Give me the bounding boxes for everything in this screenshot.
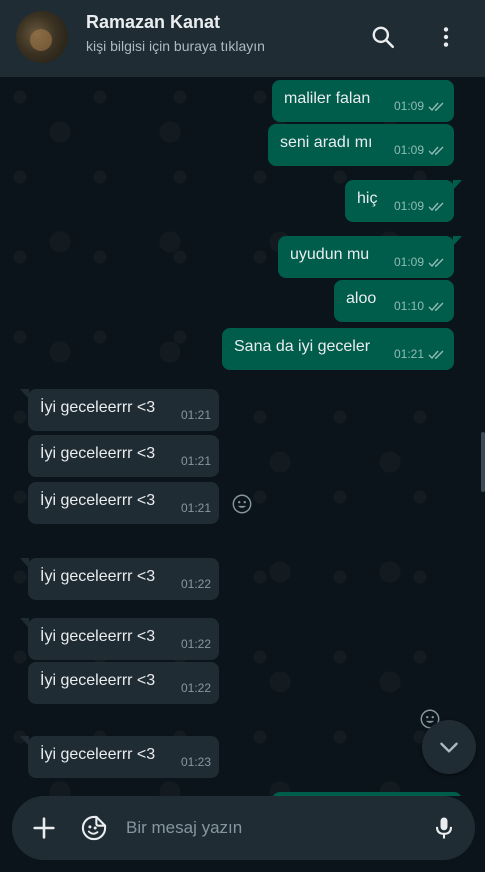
read-ticks-icon (428, 257, 446, 268)
message-meta: 01:09 (394, 140, 446, 160)
message-time: 01:09 (393, 143, 424, 157)
message-time: 01:22 (180, 577, 211, 591)
message-bubble-outgoing[interactable]: maliler falan 01:09 (272, 80, 454, 122)
read-ticks-icon (428, 349, 446, 360)
read-ticks-icon (428, 301, 446, 312)
message-text: İyi geceleerrr <3 (40, 445, 156, 462)
message-time: 01:09 (393, 99, 424, 113)
message-bubble-outgoing[interactable]: hiç 01:09 (345, 180, 462, 222)
message-meta: 01:21 (181, 405, 211, 425)
sticker-icon[interactable] (80, 814, 108, 842)
message-bubble-outgoing[interactable]: seni aradı mı 01:09 (268, 124, 454, 166)
message-bubble-incoming[interactable]: İyi geceleerrr <3 01:22 (28, 662, 219, 704)
search-icon[interactable] (370, 24, 396, 50)
message-input[interactable] (126, 808, 426, 848)
message-meta: 01:22 (181, 634, 211, 654)
message-meta: 01:22 (181, 574, 211, 594)
chat-header[interactable]: Ramazan Kanat kişi bilgisi için buraya t… (0, 0, 485, 77)
message-bubble-incoming[interactable]: İyi geceleerrr <3 01:21 (20, 389, 219, 431)
message-meta: 01:21 (181, 451, 211, 471)
message-text: seni aradı mı (280, 134, 373, 151)
message-meta: 01:22 (181, 678, 211, 698)
plus-icon[interactable] (30, 814, 58, 842)
message-text: maliler falan (284, 90, 371, 107)
message-text: aloo (346, 290, 377, 307)
message-time: 01:09 (393, 255, 424, 269)
composer-bar (0, 796, 485, 872)
chevron-down-icon (440, 742, 458, 753)
message-meta: 01:10 (394, 296, 446, 316)
read-ticks-icon (428, 201, 446, 212)
read-ticks-icon (428, 101, 446, 112)
message-text: İyi geceleerrr <3 (40, 568, 156, 585)
message-bubble-incoming[interactable]: İyi geceleerrr <3 01:22 (20, 558, 219, 600)
message-time: 01:22 (180, 681, 211, 695)
message-bubble-outgoing[interactable]: uyudun mu 01:09 (278, 236, 462, 278)
message-meta: 01:23 (181, 752, 211, 772)
message-text: Sana da iyi geceler (234, 338, 371, 355)
message-time: 01:21 (180, 501, 211, 515)
message-time: 01:21 (180, 454, 211, 468)
read-ticks-icon (428, 145, 446, 156)
scrollbar[interactable] (481, 432, 485, 492)
message-text: İyi geceleerrr <3 (40, 492, 156, 509)
message-composer[interactable] (12, 796, 475, 860)
message-time: 01:10 (393, 299, 424, 313)
message-text: uyudun mu (290, 246, 370, 263)
message-bubble-incoming[interactable]: İyi geceleerrr <3 01:21 (28, 482, 219, 524)
message-bubble-outgoing[interactable]: Sana da iyi geceler 01:21 (222, 328, 454, 370)
contact-info-hint[interactable]: kişi bilgisi için buraya tıklayın (86, 38, 265, 54)
message-time: 01:22 (180, 637, 211, 651)
message-meta: 01:21 (394, 344, 446, 364)
message-text: hiç (357, 190, 378, 207)
message-bubble-incoming[interactable]: İyi geceleerrr <3 01:23 (20, 736, 219, 778)
scroll-to-bottom-button[interactable] (422, 720, 476, 774)
message-text: İyi geceleerrr <3 (40, 672, 156, 689)
emoji-icon[interactable] (231, 493, 253, 515)
message-meta: 01:09 (394, 252, 446, 272)
chat-area[interactable]: maliler falan 01:09 seni aradı mı 01:09 … (0, 77, 485, 872)
message-bubble-incoming[interactable]: İyi geceleerrr <3 01:21 (28, 435, 219, 477)
message-meta: 01:09 (394, 96, 446, 116)
message-text: İyi geceleerrr <3 (40, 399, 156, 416)
message-time: 01:23 (180, 755, 211, 769)
more-vertical-icon[interactable] (433, 24, 459, 50)
message-text: İyi geceleerrr <3 (40, 628, 156, 645)
message-time: 01:21 (180, 408, 211, 422)
avatar[interactable] (16, 11, 68, 63)
message-text: İyi geceleerrr <3 (40, 746, 156, 763)
message-bubble-outgoing[interactable]: aloo 01:10 (334, 280, 454, 322)
contact-name[interactable]: Ramazan Kanat (86, 12, 220, 33)
message-meta: 01:21 (181, 498, 211, 518)
message-time: 01:09 (393, 199, 424, 213)
message-meta: 01:09 (394, 196, 446, 216)
microphone-icon[interactable] (430, 814, 458, 842)
message-bubble-incoming[interactable]: İyi geceleerrr <3 01:22 (20, 618, 219, 660)
message-time: 01:21 (393, 347, 424, 361)
